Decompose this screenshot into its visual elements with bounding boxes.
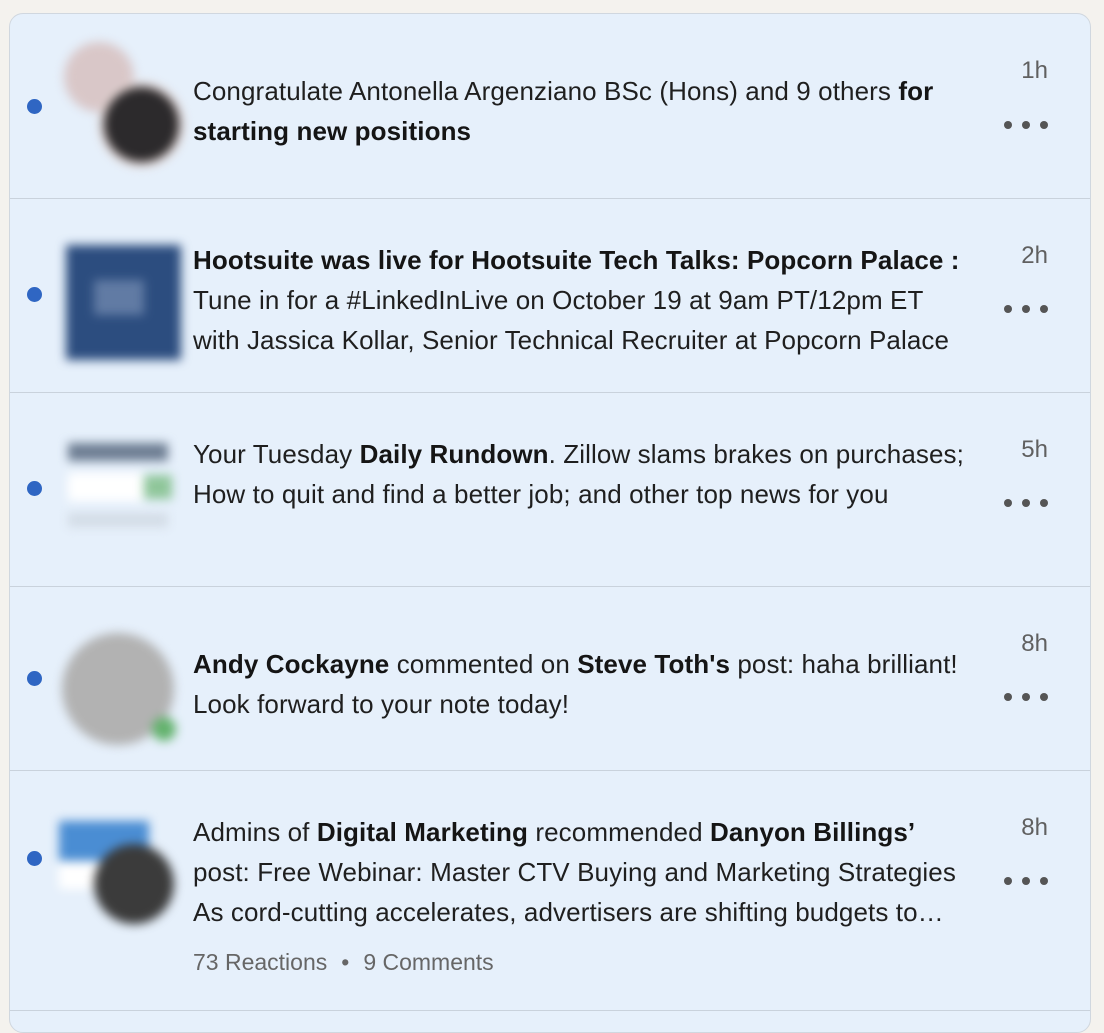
comments-count[interactable]: 9 Comments — [363, 949, 493, 975]
notification-item-4[interactable]: Andy Cockayne commented on Steve Toth's … — [10, 587, 1090, 771]
notification-time: 1h — [1021, 57, 1048, 84]
reactions-count[interactable]: 73 Reactions — [193, 949, 327, 975]
notification-time: 5h — [1021, 436, 1048, 463]
notification-text[interactable]: Hootsuite was live for Hootsuite Tech Ta… — [193, 240, 973, 360]
notification-text-part: Admins of — [193, 817, 317, 847]
notification-time: 2h — [1021, 242, 1048, 269]
notification-item-5[interactable]: Admins of Digital Marketing recommended … — [10, 771, 1090, 1011]
notification-text-part: Tune in for a #LinkedInLive on October 1… — [193, 285, 950, 355]
more-options-icon[interactable] — [1004, 113, 1048, 137]
more-options-icon[interactable] — [1004, 491, 1048, 515]
avatar-group[interactable] — [54, 799, 184, 929]
avatar[interactable] — [54, 625, 184, 755]
notification-item-2[interactable]: Hootsuite was live for Hootsuite Tech Ta… — [10, 199, 1090, 393]
unread-dot-icon — [27, 99, 42, 114]
post-stats: 73 Reactions • 9 Comments — [193, 949, 494, 976]
notification-text-part: recommended — [528, 817, 710, 847]
notification-text-part: post: Free Webinar: Master CTV Buying an… — [193, 857, 956, 927]
notification-text[interactable]: Andy Cockayne commented on Steve Toth's … — [193, 644, 973, 724]
unread-dot-icon — [27, 287, 42, 302]
notification-text-bold: Andy Cockayne — [193, 649, 390, 679]
notification-text-bold: Digital Marketing — [316, 817, 529, 847]
notification-text-bold: Danyon Billings’ — [709, 817, 916, 847]
notification-text-part: Congratulate Antonella Argenziano BSc (H… — [193, 76, 899, 106]
notification-text-part: commented on — [389, 649, 578, 679]
notification-text[interactable]: Admins of Digital Marketing recommended … — [193, 812, 973, 932]
notification-text-part: Your Tuesday — [193, 439, 360, 469]
notifications-panel: Congratulate Antonella Argenziano BSc (H… — [9, 13, 1091, 1033]
stats-separator: • — [341, 949, 350, 975]
notification-time: 8h — [1021, 814, 1048, 841]
notification-text[interactable]: Your Tuesday Daily Rundown. Zillow slams… — [193, 434, 973, 514]
more-options-icon[interactable] — [1004, 297, 1048, 321]
notification-time: 8h — [1021, 630, 1048, 657]
unread-dot-icon — [27, 481, 42, 496]
more-options-icon[interactable] — [1004, 869, 1048, 893]
avatar-group[interactable] — [54, 42, 184, 172]
unread-dot-icon — [27, 671, 42, 686]
notification-text-bold: Hootsuite was live for Hootsuite Tech Ta… — [193, 245, 960, 275]
notification-text-bold: Daily Rundown — [359, 439, 549, 469]
newsletter-thumbnail[interactable] — [54, 431, 184, 561]
company-logo[interactable] — [54, 235, 184, 365]
notification-item-1[interactable]: Congratulate Antonella Argenziano BSc (H… — [10, 14, 1090, 199]
notification-item-3[interactable]: Your Tuesday Daily Rundown. Zillow slams… — [10, 393, 1090, 587]
more-options-icon[interactable] — [1004, 685, 1048, 709]
notification-text[interactable]: Congratulate Antonella Argenziano BSc (H… — [193, 71, 973, 151]
notification-text-bold: Steve Toth's — [577, 649, 731, 679]
unread-dot-icon — [27, 851, 42, 866]
